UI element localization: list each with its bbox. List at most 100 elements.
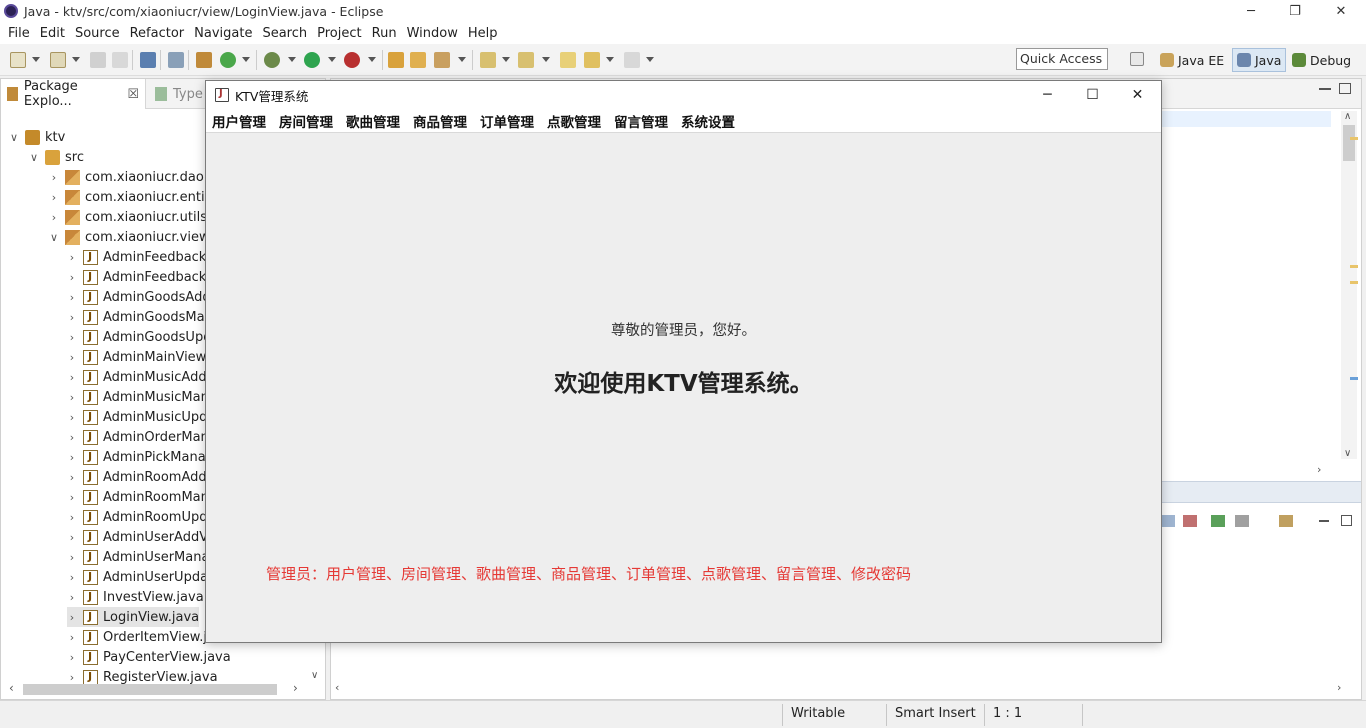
- expand-icon[interactable]: ›: [67, 351, 77, 364]
- menu-song-request-management[interactable]: 点歌管理: [547, 111, 601, 131]
- new-package-icon[interactable]: [50, 52, 66, 68]
- collapse-icon[interactable]: ∨: [49, 231, 59, 244]
- overview-marker[interactable]: [1350, 137, 1358, 140]
- back-icon[interactable]: [584, 52, 600, 68]
- menu-user-management[interactable]: 用户管理: [212, 111, 266, 131]
- next-annotation-dropdown-icon[interactable]: [502, 57, 510, 62]
- last-edit-icon[interactable]: [560, 52, 576, 68]
- perspective-java-ee[interactable]: Java EE: [1156, 48, 1228, 72]
- open-console-icon[interactable]: [1235, 515, 1249, 527]
- debug-icon[interactable]: [264, 52, 280, 68]
- expand-icon[interactable]: ›: [67, 291, 77, 304]
- pin-console-icon[interactable]: [1183, 515, 1197, 527]
- menu-help[interactable]: Help: [464, 26, 504, 41]
- new-dropdown-icon[interactable]: [32, 57, 40, 62]
- expand-icon[interactable]: ›: [67, 511, 77, 524]
- scroll-left-icon[interactable]: ‹: [335, 681, 339, 694]
- menu-edit[interactable]: Edit: [36, 26, 71, 41]
- menu-run[interactable]: Run: [368, 26, 403, 41]
- menu-system-settings[interactable]: 系统设置: [681, 111, 735, 131]
- tree-item[interactable]: › AdminRoomAddV: [67, 467, 216, 487]
- expand-icon[interactable]: ›: [67, 491, 77, 504]
- expand-icon[interactable]: ›: [67, 571, 77, 584]
- scroll-right-icon[interactable]: ›: [1317, 463, 1321, 476]
- scrollbar-thumb[interactable]: [1343, 125, 1355, 161]
- refresh-dropdown-icon[interactable]: [242, 57, 250, 62]
- menu-goods-management[interactable]: 商品管理: [413, 111, 467, 131]
- overview-marker[interactable]: [1350, 377, 1358, 380]
- debug-dropdown-icon[interactable]: [288, 57, 296, 62]
- expand-icon[interactable]: ›: [67, 391, 77, 404]
- expand-icon[interactable]: ›: [67, 271, 77, 284]
- tree-item[interactable]: › AdminUserUpdat: [67, 567, 213, 587]
- ktv-maximize-button[interactable]: ☐: [1070, 81, 1115, 109]
- new-package-dropdown-icon[interactable]: [72, 57, 80, 62]
- overview-marker[interactable]: [1350, 281, 1358, 284]
- open-perspective-icon[interactable]: [1130, 52, 1144, 66]
- close-button[interactable]: ✕: [1318, 0, 1364, 22]
- scroll-up-icon[interactable]: ∧: [1344, 111, 1351, 122]
- forward-icon[interactable]: [624, 52, 640, 68]
- expand-icon[interactable]: ›: [49, 211, 59, 224]
- refresh-icon[interactable]: [220, 52, 236, 68]
- tree-item[interactable]: › com.xiaoniucr.dao: [49, 167, 204, 187]
- tree-item[interactable]: ∨ com.xiaoniucr.view: [49, 227, 210, 247]
- tree-item[interactable]: ∨ ktv: [9, 127, 65, 147]
- expand-icon[interactable]: ›: [67, 251, 77, 264]
- tab-package-explorer[interactable]: Package Explo... ☒: [1, 79, 146, 109]
- menu-project[interactable]: Project: [313, 26, 367, 41]
- perspective-debug[interactable]: Debug: [1288, 48, 1355, 72]
- expand-icon[interactable]: ›: [67, 431, 77, 444]
- menu-file[interactable]: File: [4, 26, 36, 41]
- open-type-icon[interactable]: [388, 52, 404, 68]
- prev-annotation-dropdown-icon[interactable]: [542, 57, 550, 62]
- expand-icon[interactable]: ›: [67, 651, 77, 664]
- run-dropdown-icon[interactable]: [328, 57, 336, 62]
- pen-dropdown-icon[interactable]: [458, 57, 466, 62]
- collapse-icon[interactable]: ∨: [9, 131, 19, 144]
- tree-item[interactable]: › com.xiaoniucr.utils: [49, 207, 207, 227]
- restore-button[interactable]: ❐: [1272, 0, 1318, 22]
- tree-item[interactable]: › AdminGoodsUpd: [67, 327, 211, 347]
- new-console-icon[interactable]: [1279, 515, 1293, 527]
- tree-item[interactable]: › AdminGoodsAdd: [67, 287, 211, 307]
- tree-item[interactable]: › AdminFeedbackM: [67, 247, 218, 267]
- save-all-icon[interactable]: [112, 52, 128, 68]
- new-java-package-icon[interactable]: [196, 52, 212, 68]
- next-annotation-icon[interactable]: [480, 52, 496, 68]
- expand-icon[interactable]: ›: [49, 191, 59, 204]
- overview-marker[interactable]: [1350, 265, 1358, 268]
- expand-icon[interactable]: ›: [67, 611, 77, 624]
- display-console-icon[interactable]: [1211, 515, 1225, 527]
- tree-item[interactable]: ∨ src: [29, 147, 84, 167]
- minimize-view-icon[interactable]: [1319, 88, 1331, 90]
- tree-item[interactable]: › AdminRoomMana: [67, 487, 217, 507]
- console-tool-icon[interactable]: [1161, 515, 1175, 527]
- skip-breakpoints-icon[interactable]: [168, 52, 184, 68]
- menu-feedback-management[interactable]: 留言管理: [614, 111, 668, 131]
- pen-icon[interactable]: [434, 52, 450, 68]
- menu-source[interactable]: Source: [71, 26, 126, 41]
- expand-icon[interactable]: ›: [67, 471, 77, 484]
- tree-item[interactable]: › InvestView.java: [67, 587, 204, 607]
- maximize-view-icon[interactable]: [1339, 83, 1351, 94]
- expand-icon[interactable]: ›: [67, 631, 77, 644]
- run-external-icon[interactable]: [344, 52, 360, 68]
- maximize-view-icon[interactable]: [1341, 515, 1352, 526]
- tree-item[interactable]: › AdminMusicAddV: [67, 367, 215, 387]
- scroll-down-icon[interactable]: ∨: [311, 670, 318, 681]
- tab-type-hierarchy[interactable]: Type: [149, 79, 209, 109]
- expand-icon[interactable]: ›: [67, 531, 77, 544]
- tree-item[interactable]: › AdminOrderMana: [67, 427, 217, 447]
- menu-refactor[interactable]: Refactor: [126, 26, 191, 41]
- menu-window[interactable]: Window: [403, 26, 464, 41]
- minimize-view-icon[interactable]: [1319, 520, 1329, 522]
- forward-dropdown-icon[interactable]: [646, 57, 654, 62]
- scroll-right-icon[interactable]: ›: [293, 681, 298, 695]
- close-tab-icon[interactable]: ☒: [127, 87, 139, 102]
- menu-search[interactable]: Search: [258, 26, 313, 41]
- tree-item[interactable]: › AdminRoomUpda: [67, 507, 215, 527]
- tree-item[interactable]: › com.xiaoniucr.entity: [49, 187, 217, 207]
- tree-item[interactable]: › AdminFeedbackR: [67, 267, 215, 287]
- save-icon[interactable]: [90, 52, 106, 68]
